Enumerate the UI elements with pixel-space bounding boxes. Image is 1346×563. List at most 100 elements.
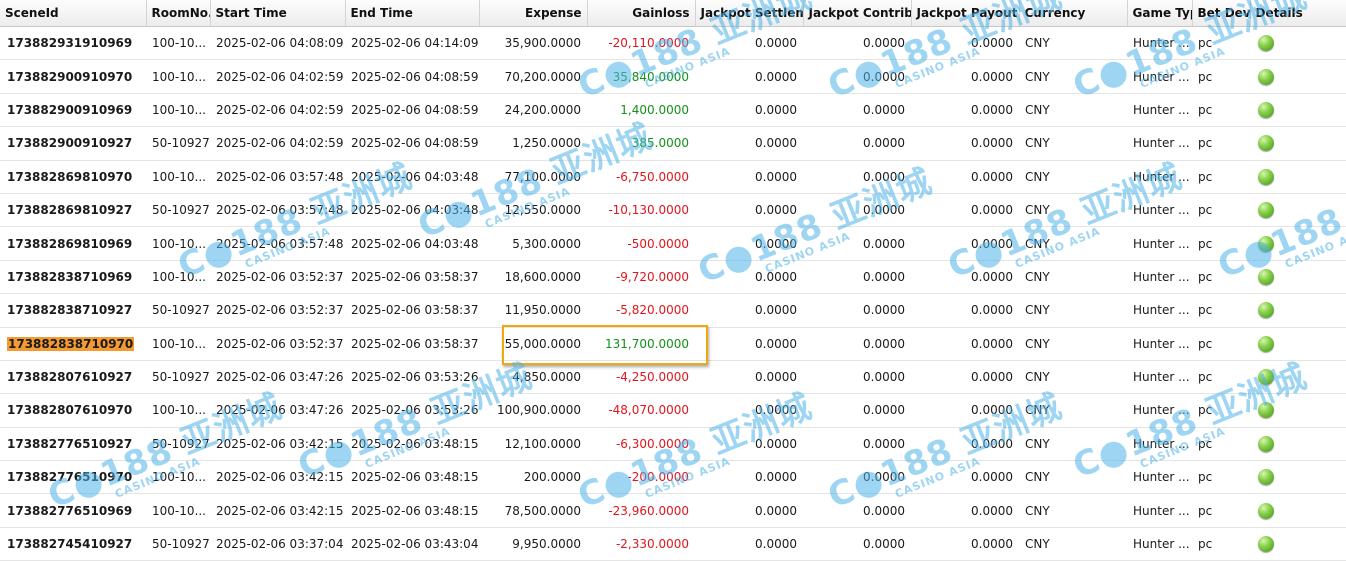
- details-orb-icon[interactable]: [1258, 268, 1274, 285]
- end-time-cell: 2025-02-06 03:58:37: [345, 327, 479, 361]
- game-type-cell: Hunter ...: [1127, 527, 1192, 562]
- gainloss-cell: -5,820.0000: [587, 293, 695, 328]
- col-header-bet-device[interactable]: Bet Devic: [1192, 0, 1251, 27]
- table-row[interactable]: 173882807610927 50-10927 2025-02-06 03:47:…: [0, 360, 1346, 395]
- col-header-start-time[interactable]: Start Time: [210, 0, 346, 27]
- table-row[interactable]: 173882869810927 50-10927 2025-02-06 03:57:…: [0, 193, 1346, 228]
- details-orb-icon[interactable]: [1258, 536, 1274, 553]
- details-orb-icon[interactable]: [1258, 168, 1274, 185]
- details-orb-icon[interactable]: [1258, 135, 1274, 152]
- col-header-jackpot-settlement[interactable]: Jackpot Settleme: [695, 0, 804, 27]
- room-no-cell: 50-10927: [146, 193, 210, 228]
- details-cell: [1250, 59, 1346, 94]
- col-header-end-time[interactable]: End Time: [345, 0, 480, 27]
- jackpot-contribution-cell: 0.0000: [803, 360, 911, 395]
- table-row[interactable]: 173882776510969 100-10... 2025-02-06 03:42…: [0, 493, 1346, 528]
- details-cell: [1250, 460, 1346, 495]
- scene-id-cell: 173882745410927: [0, 527, 146, 562]
- bet-device-cell: pc: [1192, 226, 1250, 261]
- bet-device-cell: pc: [1192, 26, 1250, 61]
- details-orb-icon[interactable]: [1258, 35, 1274, 52]
- details-orb-icon[interactable]: [1258, 101, 1274, 118]
- table-row[interactable]: 173882838710927 50-10927 2025-02-06 03:52:…: [0, 293, 1346, 328]
- start-time-cell: 2025-02-06 04:02:59: [210, 93, 345, 128]
- table-row[interactable]: 173882807610970 100-10... 2025-02-06 03:47…: [0, 393, 1346, 428]
- expense-cell: 70,200.0000: [479, 59, 587, 94]
- start-time-cell: 2025-02-06 04:02:59: [210, 126, 345, 161]
- jackpot-contribution-cell: 0.0000: [803, 226, 911, 261]
- end-time-cell: 2025-02-06 04:14:09: [345, 26, 479, 61]
- start-time-cell: 2025-02-06 03:47:26: [210, 360, 345, 395]
- col-header-game-type[interactable]: Game Typ: [1127, 0, 1193, 27]
- jackpot-settlement-cell: 0.0000: [695, 427, 803, 462]
- start-time-cell: 2025-02-06 03:47:26: [210, 393, 345, 428]
- table-row[interactable]: 173882931910969 100-10... 2025-02-06 04:08…: [0, 26, 1346, 61]
- col-header-jackpot-contribution[interactable]: Jackpot Contribu: [803, 0, 912, 27]
- end-time-cell: 2025-02-06 03:48:15: [345, 460, 479, 495]
- table-row[interactable]: 173882900910927 50-10927 2025-02-06 04:02:…: [0, 126, 1346, 161]
- start-time-cell: 2025-02-06 03:42:15: [210, 493, 345, 528]
- room-no-cell: 100-10...: [146, 26, 210, 61]
- table-row[interactable]: 173882838710970 100-10... 2025-02-06 03:52…: [0, 327, 1346, 361]
- jackpot-contribution-cell: 0.0000: [803, 327, 911, 361]
- table-row[interactable]: 173882900910969 100-10... 2025-02-06 04:02…: [0, 93, 1346, 128]
- details-orb-icon[interactable]: [1258, 469, 1274, 486]
- room-no-cell: 100-10...: [146, 493, 210, 528]
- jackpot-payout-cell: 0.0000: [911, 493, 1019, 528]
- col-header-gainloss[interactable]: Gainloss: [587, 0, 696, 27]
- col-header-currency[interactable]: Currency: [1019, 0, 1128, 27]
- details-orb-icon[interactable]: [1258, 369, 1274, 386]
- jackpot-contribution-cell: 0.0000: [803, 460, 911, 495]
- start-time-cell: 2025-02-06 03:42:15: [210, 460, 345, 495]
- room-no-cell: 50-10927: [146, 527, 210, 562]
- bet-device-cell: pc: [1192, 93, 1250, 128]
- jackpot-contribution-cell: 0.0000: [803, 260, 911, 295]
- end-time-cell: 2025-02-06 03:53:26: [345, 360, 479, 395]
- start-time-cell: 2025-02-06 04:08:09: [210, 26, 345, 61]
- game-type-cell: Hunter ...: [1127, 93, 1192, 128]
- currency-cell: CNY: [1019, 59, 1127, 94]
- room-no-cell: 50-10927: [146, 360, 210, 395]
- details-cell: [1250, 226, 1346, 261]
- table-row[interactable]: 173882869810969 100-10... 2025-02-06 03:57…: [0, 226, 1346, 261]
- jackpot-contribution-cell: 0.0000: [803, 160, 911, 194]
- game-type-cell: Hunter ...: [1127, 226, 1192, 261]
- details-orb-icon[interactable]: [1258, 302, 1274, 319]
- gainloss-cell: -20,110.0000: [587, 26, 695, 61]
- col-header-expense[interactable]: Expense: [479, 0, 588, 27]
- jackpot-settlement-cell: 0.0000: [695, 126, 803, 161]
- col-header-scene-id[interactable]: SceneId: [0, 0, 147, 27]
- details-orb-icon[interactable]: [1258, 435, 1274, 452]
- bet-device-cell: pc: [1192, 160, 1250, 194]
- table-row[interactable]: 173882869810970 100-10... 2025-02-06 03:57…: [0, 160, 1346, 194]
- scene-id-cell: 173882931910969: [0, 26, 146, 61]
- col-header-room-no[interactable]: RoomNo...: [146, 0, 211, 27]
- details-orb-icon[interactable]: [1258, 502, 1274, 519]
- table-row[interactable]: 173882838710969 100-10... 2025-02-06 03:52…: [0, 260, 1346, 295]
- details-cell: [1250, 26, 1346, 61]
- expense-cell: 100,900.0000: [479, 393, 587, 428]
- details-orb-icon[interactable]: [1258, 402, 1274, 419]
- start-time-cell: 2025-02-06 03:57:48: [210, 160, 345, 194]
- game-type-cell: Hunter ...: [1127, 26, 1192, 61]
- col-header-jackpot-payout[interactable]: Jackpot Payout: [911, 0, 1020, 27]
- details-orb-icon[interactable]: [1258, 68, 1274, 85]
- col-header-details[interactable]: Details: [1250, 0, 1346, 27]
- jackpot-settlement-cell: 0.0000: [695, 260, 803, 295]
- details-orb-icon[interactable]: [1258, 335, 1274, 352]
- start-time-cell: 2025-02-06 03:57:48: [210, 193, 345, 228]
- table-row[interactable]: 173882745410927 50-10927 2025-02-06 03:37:…: [0, 527, 1346, 562]
- table-row[interactable]: 173882776510927 50-10927 2025-02-06 03:42:…: [0, 427, 1346, 462]
- expense-cell: 24,200.0000: [479, 93, 587, 128]
- expense-cell: 35,900.0000: [479, 26, 587, 61]
- table-row[interactable]: 173882900910970 100-10... 2025-02-06 04:02…: [0, 59, 1346, 94]
- details-orb-icon[interactable]: [1258, 202, 1274, 219]
- currency-cell: CNY: [1019, 327, 1127, 361]
- game-type-cell: Hunter ...: [1127, 493, 1192, 528]
- scene-id-cell: 173882900910927: [0, 126, 146, 161]
- table-row[interactable]: 173882776510970 100-10... 2025-02-06 03:42…: [0, 460, 1346, 495]
- end-time-cell: 2025-02-06 04:03:48: [345, 160, 479, 194]
- end-time-cell: 2025-02-06 03:53:26: [345, 393, 479, 428]
- details-orb-icon[interactable]: [1258, 235, 1274, 252]
- details-cell: [1250, 260, 1346, 295]
